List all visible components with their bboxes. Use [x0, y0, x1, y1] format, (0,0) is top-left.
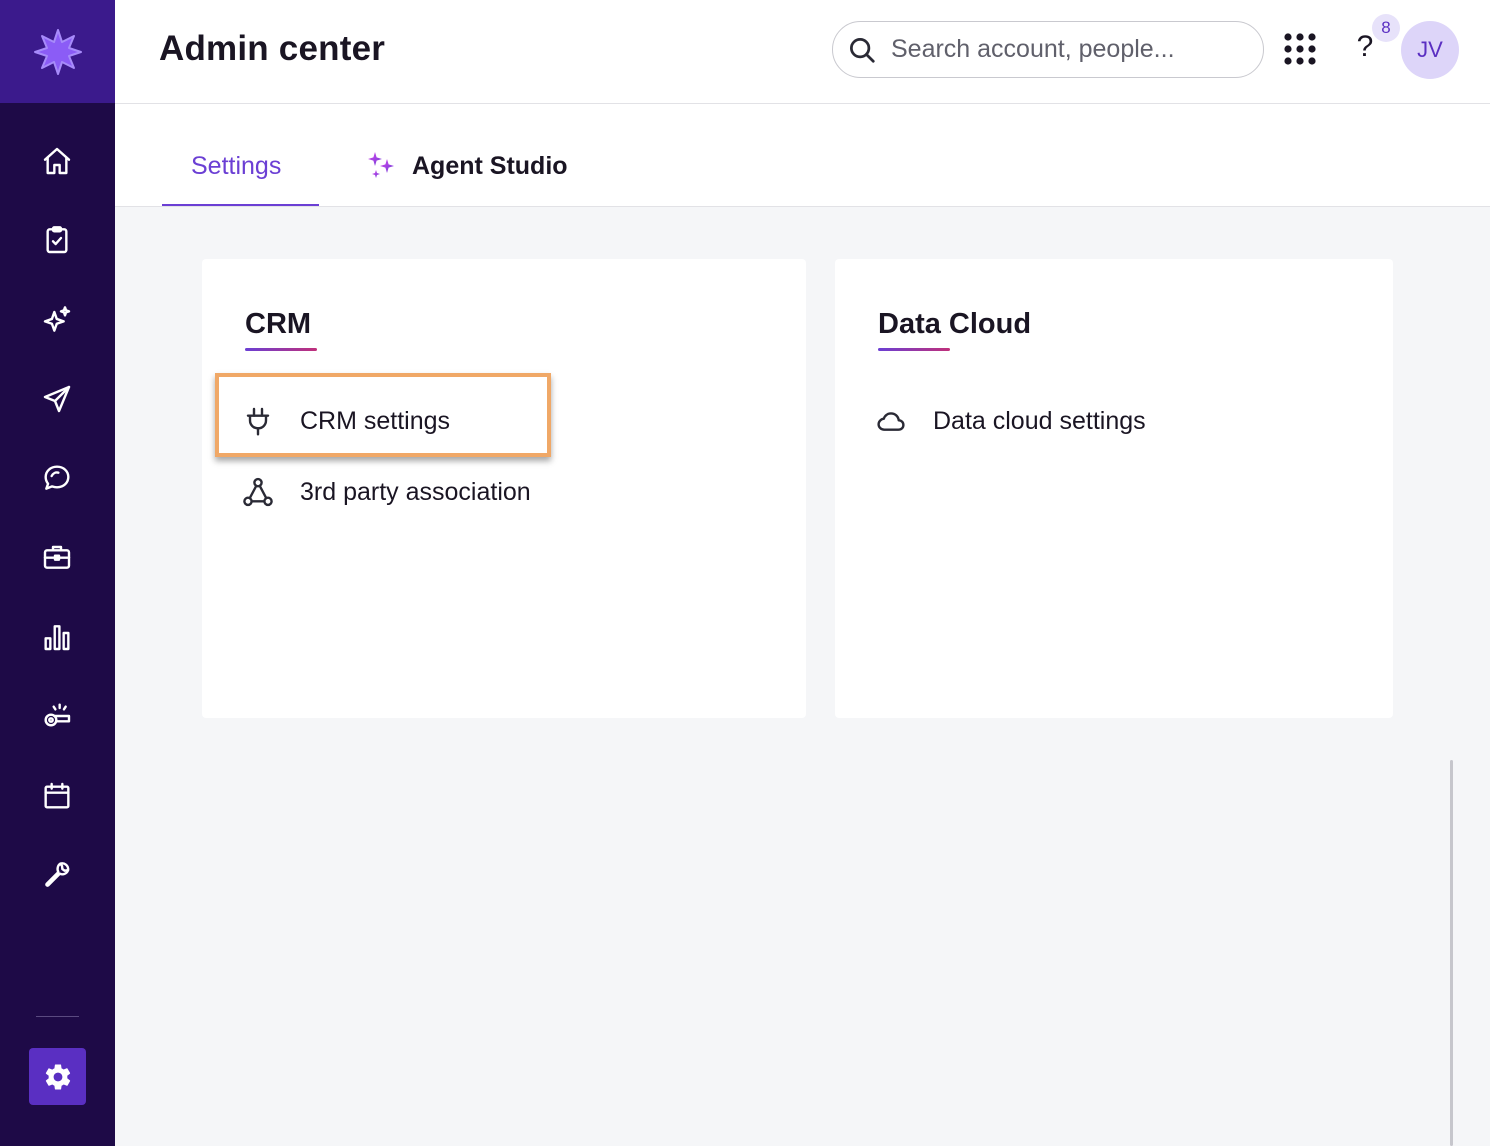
data-cloud-card: Data Cloud Data cloud settings: [835, 259, 1393, 718]
data-cloud-settings-link[interactable]: Data cloud settings: [875, 399, 1146, 443]
gear-icon: [45, 1064, 70, 1090]
crm-card: CRM CRM settings 3rd party association: [202, 259, 806, 718]
send-icon[interactable]: [37, 379, 77, 419]
crm-settings-link[interactable]: CRM settings: [242, 399, 450, 443]
network-icon: [243, 477, 273, 507]
page-title: Admin center: [159, 29, 386, 68]
home-icon[interactable]: [37, 141, 77, 181]
search-icon: [850, 37, 875, 63]
crm-card-title: CRM: [245, 308, 312, 340]
search-input[interactable]: Search account, people...: [832, 21, 1264, 78]
data-cloud-card-title: Data Cloud: [878, 308, 1032, 340]
plug-icon: [246, 407, 270, 436]
calendar-icon[interactable]: [37, 776, 77, 816]
scrollbar[interactable]: [1450, 760, 1453, 1146]
crm-settings-label: CRM settings: [300, 406, 451, 435]
bar-chart-icon[interactable]: [37, 617, 77, 657]
third-party-association-label: 3rd party association: [300, 477, 531, 506]
briefcase-icon[interactable]: [37, 537, 77, 577]
active-tab-indicator: [162, 204, 319, 206]
whistle-icon[interactable]: [37, 696, 77, 736]
app-logo[interactable]: [0, 0, 115, 103]
tab-agent-studio[interactable]: Agent Studio: [412, 152, 568, 181]
sparkle-icon: [368, 152, 394, 178]
sidebar: [0, 0, 115, 1146]
logo-burst-icon: [33, 28, 82, 75]
search-placeholder: Search account, people...: [891, 35, 1175, 63]
data-cloud-title-underline: [878, 348, 950, 351]
tab-bar: Settings Agent Studio: [115, 104, 1490, 207]
grid-dots-icon: [1284, 33, 1316, 65]
data-cloud-settings-label: Data cloud settings: [933, 406, 1146, 435]
avatar[interactable]: JV: [1401, 21, 1459, 79]
crm-title-underline: [245, 348, 317, 351]
app-launcher-button[interactable]: [1283, 32, 1317, 66]
wrench-icon[interactable]: [37, 855, 77, 895]
sidebar-divider: [36, 1016, 79, 1017]
top-header: Admin center Search account, people... ?…: [115, 0, 1490, 104]
notification-badge[interactable]: 8: [1372, 14, 1400, 42]
admin-settings-button[interactable]: [29, 1048, 86, 1105]
third-party-association-link[interactable]: 3rd party association: [242, 470, 531, 514]
cloud-icon: [877, 412, 905, 431]
sparkles-icon[interactable]: [37, 300, 77, 340]
tab-settings[interactable]: Settings: [191, 152, 281, 181]
clipboard-check-icon[interactable]: [37, 220, 77, 260]
chat-icon[interactable]: [37, 458, 77, 498]
